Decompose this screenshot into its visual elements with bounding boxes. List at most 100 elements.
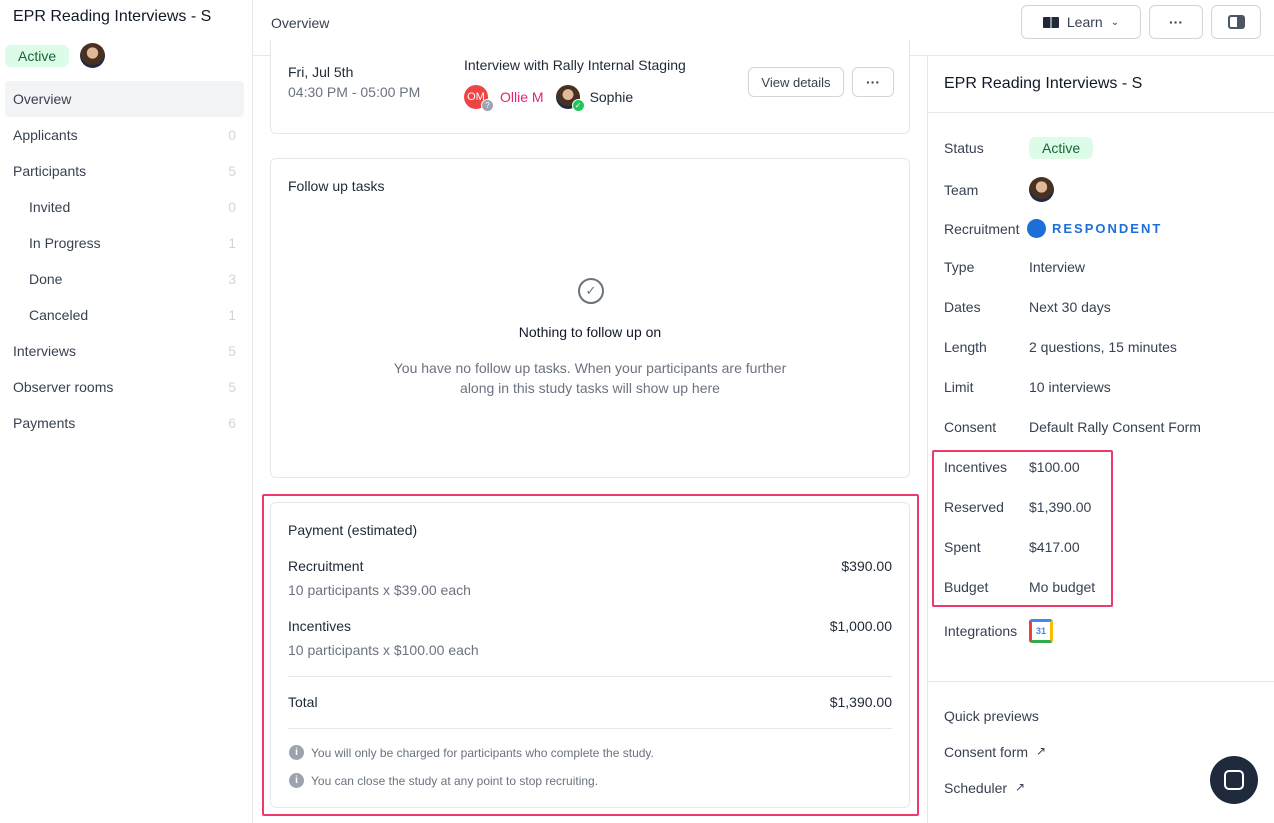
sidebar-item-interviews[interactable]: Interviews 5 — [5, 333, 244, 369]
check-circle-icon: ✓ — [578, 278, 604, 304]
follow-up-card: Follow up tasks ✓ Nothing to follow up o… — [270, 158, 910, 478]
label: Overview — [13, 91, 72, 107]
team-avatar — [1029, 177, 1054, 202]
observer-name: Sophie — [589, 89, 634, 105]
sidebar-item-canceled[interactable]: Canceled 1 — [5, 297, 244, 333]
count: 1 — [228, 235, 236, 251]
recruitment-label: Recruitment — [288, 558, 364, 574]
note-2: You can close the study at any point to … — [311, 773, 599, 788]
quick-previews-title: Quick previews — [944, 708, 1039, 724]
divider — [928, 112, 1274, 113]
label: Payments — [13, 415, 76, 431]
incentives-detail: 10 participants x $100.00 each — [288, 642, 479, 658]
sidebar-item-done[interactable]: Done 3 — [5, 261, 244, 297]
detail-row: Limit 10 interviews — [944, 379, 1111, 395]
count: 0 — [228, 199, 236, 215]
budget-highlight — [932, 450, 1113, 607]
team-label: Team — [944, 181, 979, 198]
interview-time: 04:30 PM - 05:00 PM — [288, 84, 421, 100]
sidebar-item-participants[interactable]: Participants 5 — [5, 153, 244, 189]
participant-avatar: OM? — [464, 85, 494, 112]
label: Invited — [29, 199, 71, 215]
incentives-label: Incentives — [288, 618, 352, 634]
learn-button[interactable]: Learn ⌄ — [1021, 5, 1141, 39]
status-badge: Active — [5, 44, 70, 67]
count: 5 — [228, 163, 236, 179]
count: 6 — [228, 415, 236, 431]
sidebar-item-invited[interactable]: Invited 0 — [5, 189, 244, 225]
external-link-icon: ↗ — [1015, 780, 1026, 794]
sidebar-item-overview[interactable]: Overview — [5, 81, 244, 117]
label: Observer rooms — [13, 379, 114, 395]
label: Canceled — [29, 307, 89, 323]
sidebar-item-observer-rooms[interactable]: Observer rooms 5 — [5, 369, 244, 405]
detail-value: Interview — [1029, 259, 1086, 275]
interview-date: Fri, Jul 5th — [288, 64, 354, 80]
chat-button[interactable] — [1210, 756, 1258, 804]
integrations-label: Integrations — [944, 623, 1018, 639]
link-label: Scheduler — [944, 780, 1008, 796]
detail-label: Dates — [944, 299, 981, 315]
recruitment-label: Recruitment — [944, 220, 1020, 237]
more-icon: ··· — [866, 74, 880, 90]
detail-label: Limit — [944, 379, 974, 395]
incentives-amount: $1,000.00 — [829, 618, 892, 634]
more-button[interactable]: ··· — [1149, 5, 1203, 39]
info-icon: i — [289, 773, 304, 788]
detail-row: Length 2 questions, 15 minutes — [944, 339, 1177, 355]
learn-label: Learn — [1066, 14, 1103, 30]
divider — [288, 676, 892, 677]
detail-row: Dates Next 30 days — [944, 299, 1111, 315]
question-icon: ? — [481, 99, 494, 112]
sidebar-item-payments[interactable]: Payments 6 — [5, 405, 244, 441]
detail-label: Consent — [944, 419, 997, 435]
check-icon: ✓ — [571, 99, 585, 112]
divider — [928, 681, 1274, 682]
info-icon: i — [289, 745, 304, 760]
status-label: Status — [944, 140, 984, 156]
respondent-icon — [1027, 219, 1046, 238]
count: 0 — [228, 127, 236, 143]
consent-form-link[interactable]: Consent form ↗ — [944, 744, 1046, 760]
respondent-logo: RESPONDENT — [1027, 219, 1162, 238]
link-label: Consent form — [944, 744, 1029, 760]
details-panel: EPR Reading Interviews - S Status Active … — [927, 56, 1274, 823]
label: Applicants — [13, 127, 78, 143]
detail-value: Default Rally Consent Form — [1029, 419, 1201, 435]
book-icon — [1042, 16, 1059, 28]
total-amount: $1,390.00 — [829, 694, 892, 710]
sidebar-nav: Overview Applicants 0 Participants 5 Invit… — [5, 81, 244, 441]
interview-more-button[interactable]: ··· — [852, 67, 894, 97]
panel-title: EPR Reading Interviews - S — [944, 75, 1143, 92]
sidebar-item-applicants[interactable]: Applicants 0 — [5, 117, 244, 153]
sidebar: EPR Reading Interviews - S Active Overvi… — [0, 0, 253, 823]
count: 3 — [228, 271, 236, 287]
google-calendar-icon: 31 — [1029, 619, 1053, 643]
observer-avatar: ✓ — [555, 85, 585, 112]
divider — [288, 728, 892, 729]
detail-label: Type — [944, 259, 975, 275]
detail-row: Consent Default Rally Consent Form — [944, 419, 1201, 435]
detail-value: 10 interviews — [1029, 379, 1111, 395]
total-label: Total — [288, 694, 318, 710]
interview-card: Fri, Jul 5th 04:30 PM - 05:00 PM Intervi… — [270, 40, 910, 134]
sidebar-item-in-progress[interactable]: In Progress 1 — [5, 225, 244, 261]
toggle-panel-button[interactable] — [1211, 5, 1261, 39]
empty-line-1: You have no follow up tasks. When your p… — [393, 360, 787, 376]
view-details-button[interactable]: View details — [748, 67, 844, 97]
label: In Progress — [29, 235, 101, 251]
participant-name[interactable]: Ollie M — [500, 89, 544, 105]
payment-title: Payment (estimated) — [288, 522, 418, 538]
empty-title: Nothing to follow up on — [518, 324, 662, 340]
interview-title: Interview with Rally Internal Staging — [464, 57, 686, 73]
avatar — [80, 43, 106, 68]
status-badge: Active — [1029, 137, 1094, 159]
label: Interviews — [13, 343, 77, 359]
scheduler-link[interactable]: Scheduler ↗ — [944, 780, 1025, 796]
study-title: EPR Reading Interviews - S — [13, 8, 212, 25]
recruitment-amount: $390.00 — [841, 558, 892, 574]
count: 5 — [228, 343, 236, 359]
detail-row: Type Interview — [944, 259, 1085, 275]
count: 1 — [228, 307, 236, 323]
sidebar-panel-icon — [1227, 15, 1245, 29]
